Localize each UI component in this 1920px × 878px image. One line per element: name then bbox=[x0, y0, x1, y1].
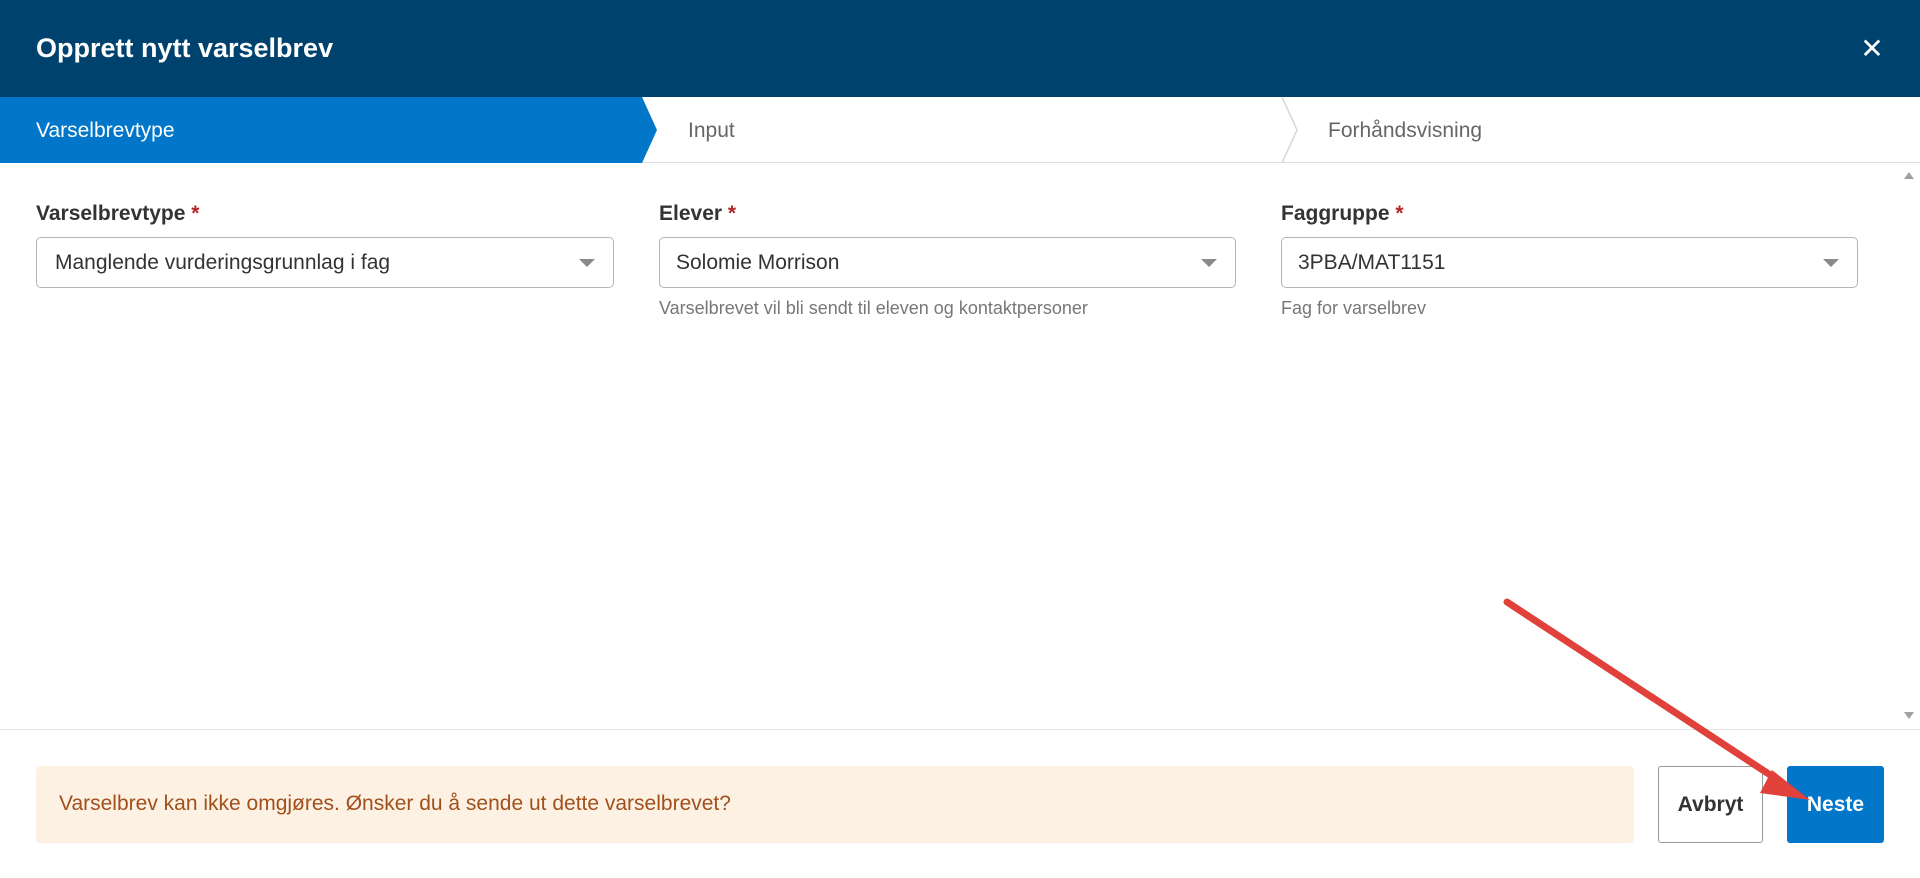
varselbrevtype-select[interactable]: Manglende vurderingsgrunnlag i fag bbox=[36, 237, 614, 288]
faggruppe-select[interactable]: 3PBA/MAT1151 bbox=[1281, 237, 1858, 288]
select-value: 3PBA/MAT1151 bbox=[1298, 251, 1446, 274]
step-input[interactable]: Input bbox=[688, 118, 735, 144]
next-button[interactable]: Neste bbox=[1787, 766, 1884, 843]
close-icon: ✕ bbox=[1860, 32, 1884, 64]
step-varselbrevtype[interactable]: Varselbrevtype bbox=[36, 118, 175, 144]
field-label-varselbrevtype: Varselbrevtype * bbox=[36, 200, 199, 228]
stepper: Varselbrevtype Input Forhåndsvisning bbox=[0, 97, 1920, 163]
field-label-faggruppe: Faggruppe * bbox=[1281, 200, 1404, 228]
step-forhandsvisning[interactable]: Forhåndsvisning bbox=[1328, 118, 1482, 144]
elever-select[interactable]: Solomie Morrison bbox=[659, 237, 1236, 288]
step-2-separator bbox=[1281, 97, 1298, 163]
required-marker: * bbox=[1395, 202, 1404, 225]
chevron-down-icon bbox=[1201, 259, 1217, 267]
dialog-header: Opprett nytt varselbrev ✕ bbox=[0, 0, 1920, 97]
field-label-text: Faggruppe bbox=[1281, 202, 1390, 225]
select-value: Manglende vurderingsgrunnlag i fag bbox=[55, 251, 391, 274]
close-button[interactable]: ✕ bbox=[1852, 28, 1892, 68]
content-scrollbar[interactable] bbox=[1900, 164, 1920, 728]
footer-divider bbox=[0, 729, 1920, 730]
required-marker: * bbox=[191, 202, 200, 225]
warning-banner: Varselbrev kan ikke omgjøres. Ønsker du … bbox=[36, 766, 1634, 843]
warning-text: Varselbrev kan ikke omgjøres. Ønsker du … bbox=[59, 792, 731, 815]
chevron-down-icon bbox=[1823, 259, 1839, 267]
elever-hint: Varselbrevet vil bli sendt til eleven og… bbox=[659, 298, 1088, 318]
scroll-up-icon[interactable] bbox=[1904, 172, 1914, 179]
field-label-text: Varselbrevtype bbox=[36, 202, 186, 225]
select-value: Solomie Morrison bbox=[676, 251, 840, 274]
required-marker: * bbox=[727, 202, 737, 225]
chevron-down-icon bbox=[579, 259, 595, 267]
scroll-down-icon[interactable] bbox=[1904, 712, 1914, 719]
field-label-elever: Elever * bbox=[659, 200, 736, 228]
arrow-shaft bbox=[1503, 598, 1788, 788]
dialog-title: Opprett nytt varselbrev bbox=[36, 33, 334, 63]
faggruppe-hint: Fag for varselbrev bbox=[1281, 298, 1427, 318]
field-label-text: Elever bbox=[659, 202, 723, 225]
cancel-button[interactable]: Avbryt bbox=[1658, 766, 1763, 843]
stepper-shapes bbox=[0, 97, 1298, 163]
